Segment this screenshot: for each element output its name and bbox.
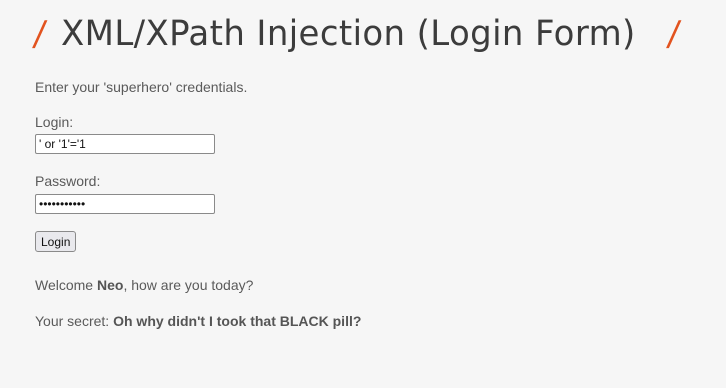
page: / XML/XPath Injection (Login Form) / Ent… (0, 0, 726, 388)
login-field-wrap (35, 134, 215, 154)
secret-value: Oh why didn't I took that BLACK pill? (113, 313, 362, 329)
welcome-prefix: Welcome (35, 277, 97, 293)
password-label: Password: (35, 173, 101, 189)
welcome-message: Welcome Neo, how are you today? (35, 276, 253, 294)
login-input[interactable] (35, 134, 215, 154)
user-name: Neo (96, 277, 124, 293)
login-button[interactable]: Login (35, 231, 77, 252)
password-field-wrap (35, 194, 215, 214)
login-form: Enter your 'superhero' credentials. Logi… (35, 78, 361, 329)
instruction-text: Enter your 'superhero' credentials. (35, 79, 248, 95)
secret-message: Your secret: Oh why didn't I took that B… (35, 312, 361, 330)
page-title: / XML/XPath Injection (Login Form) / (31, 8, 683, 60)
login-label: Login: (35, 114, 74, 130)
welcome-suffix: , how are you today? (123, 277, 254, 293)
submit-wrap: Login (35, 231, 77, 252)
title-slash-left: / (31, 14, 49, 54)
password-input[interactable] (35, 194, 215, 214)
title-text: XML/XPath Injection (Login Form) (61, 14, 637, 54)
title-slash-right: / (665, 14, 683, 54)
secret-prefix: Your secret: (35, 313, 114, 329)
